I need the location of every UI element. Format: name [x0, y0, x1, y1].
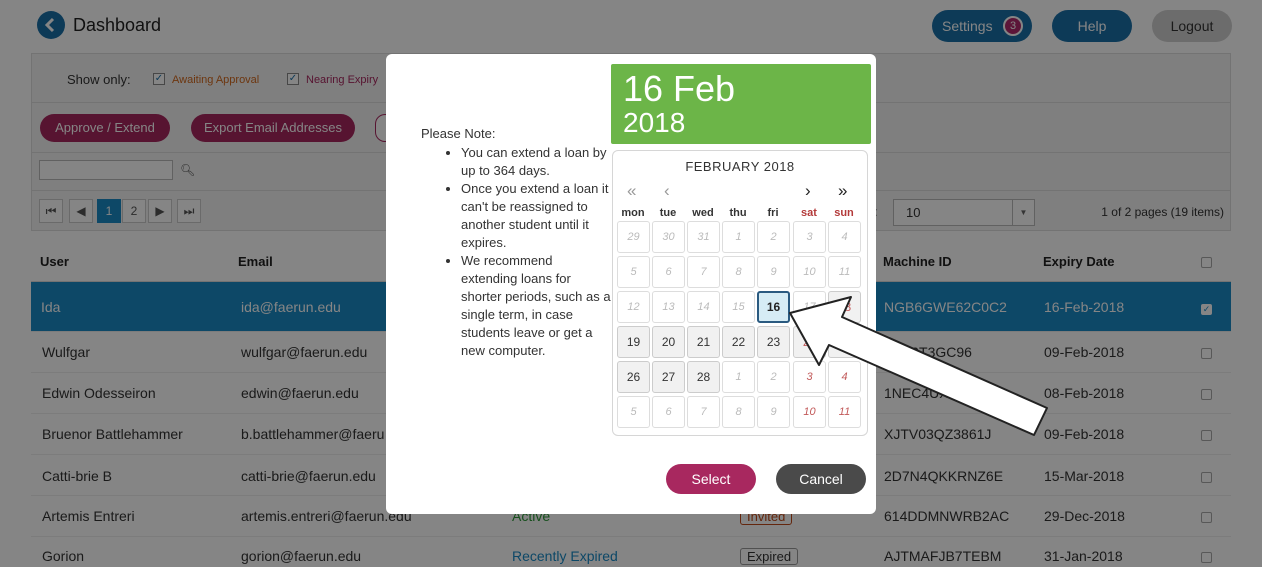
calendar-day[interactable]: 3: [793, 361, 826, 393]
calendar-day[interactable]: 22: [722, 326, 755, 358]
calendar-day[interactable]: 15: [722, 291, 755, 323]
calendar-day[interactable]: 17: [793, 291, 826, 323]
calendar-day[interactable]: 27: [652, 361, 685, 393]
calendar-day[interactable]: 20: [652, 326, 685, 358]
cancel-button[interactable]: Cancel: [776, 464, 866, 494]
note-item: Once you extend a loan it can't be reass…: [461, 180, 611, 252]
calendar-day[interactable]: 10: [793, 396, 826, 428]
calendar-day[interactable]: 2: [757, 221, 790, 253]
calendar-day[interactable]: 21: [687, 326, 720, 358]
select-button[interactable]: Select: [666, 464, 756, 494]
calendar-day[interactable]: 28: [687, 361, 720, 393]
weekday-mon: mon: [621, 207, 645, 219]
calendar-day[interactable]: 5: [617, 396, 650, 428]
weekday-tue: tue: [659, 207, 677, 219]
calendar-day[interactable]: 29: [617, 221, 650, 253]
calendar-day[interactable]: 14: [687, 291, 720, 323]
calendar-day[interactable]: 24: [793, 326, 826, 358]
next-month-button[interactable]: ›: [805, 182, 811, 200]
selected-day-month: 16 Feb: [623, 68, 736, 109]
note-title: Please Note:: [421, 126, 496, 141]
calendar-day[interactable]: 7: [687, 256, 720, 288]
date-picker-modal: Please Note: You can extend a loan by up…: [386, 54, 876, 514]
calendar-day[interactable]: 11: [828, 396, 861, 428]
note-list: You can extend a loan by up to 364 days.…: [421, 144, 611, 360]
calendar-day[interactable]: 23: [757, 326, 790, 358]
calendar-day[interactable]: 31: [687, 221, 720, 253]
next-year-button[interactable]: »: [838, 182, 847, 200]
calendar: FEBRUARY 2018 « ‹ › » mon tue wed thu fri sat…: [612, 150, 868, 436]
calendar-day[interactable]: 4: [828, 221, 861, 253]
weekday-sat: sat: [801, 207, 817, 219]
prev-year-button[interactable]: «: [627, 182, 636, 200]
note-item: You can extend a loan by up to 364 days.: [461, 144, 611, 180]
calendar-day[interactable]: 8: [722, 396, 755, 428]
weekday-thu: thu: [729, 207, 747, 219]
weekday-sun: sun: [834, 207, 854, 219]
note-item: We recommend extending loans for shorter…: [461, 252, 611, 360]
calendar-day[interactable]: 1: [722, 361, 755, 393]
calendar-day[interactable]: 12: [617, 291, 650, 323]
weekday-wed: wed: [692, 207, 714, 219]
calendar-day[interactable]: 6: [652, 256, 685, 288]
calendar-day[interactable]: 9: [757, 396, 790, 428]
calendar-day[interactable]: 30: [652, 221, 685, 253]
calendar-day[interactable]: 9: [757, 256, 790, 288]
selected-year: 2018: [623, 107, 686, 138]
calendar-day[interactable]: 11: [828, 256, 861, 288]
calendar-day[interactable]: 13: [652, 291, 685, 323]
calendar-day[interactable]: 3: [793, 221, 826, 253]
calendar-day-selected[interactable]: 16: [757, 291, 790, 323]
calendar-month-label: FEBRUARY 2018: [685, 159, 795, 174]
calendar-day[interactable]: 25: [828, 326, 861, 358]
weekday-fri: fri: [767, 207, 779, 219]
calendar-day[interactable]: 7: [687, 396, 720, 428]
calendar-day[interactable]: 5: [617, 256, 650, 288]
calendar-day[interactable]: 26: [617, 361, 650, 393]
prev-month-button[interactable]: ‹: [664, 182, 670, 200]
calendar-day[interactable]: 18: [828, 291, 861, 323]
calendar-day[interactable]: 1: [722, 221, 755, 253]
selected-date-header: 16 Feb 2018: [611, 64, 871, 144]
calendar-day[interactable]: 2: [757, 361, 790, 393]
calendar-day[interactable]: 8: [722, 256, 755, 288]
calendar-day[interactable]: 19: [617, 326, 650, 358]
calendar-day[interactable]: 4: [828, 361, 861, 393]
calendar-day[interactable]: 6: [652, 396, 685, 428]
calendar-day[interactable]: 10: [793, 256, 826, 288]
loan-note: Please Note: You can extend a loan by up…: [421, 125, 611, 360]
